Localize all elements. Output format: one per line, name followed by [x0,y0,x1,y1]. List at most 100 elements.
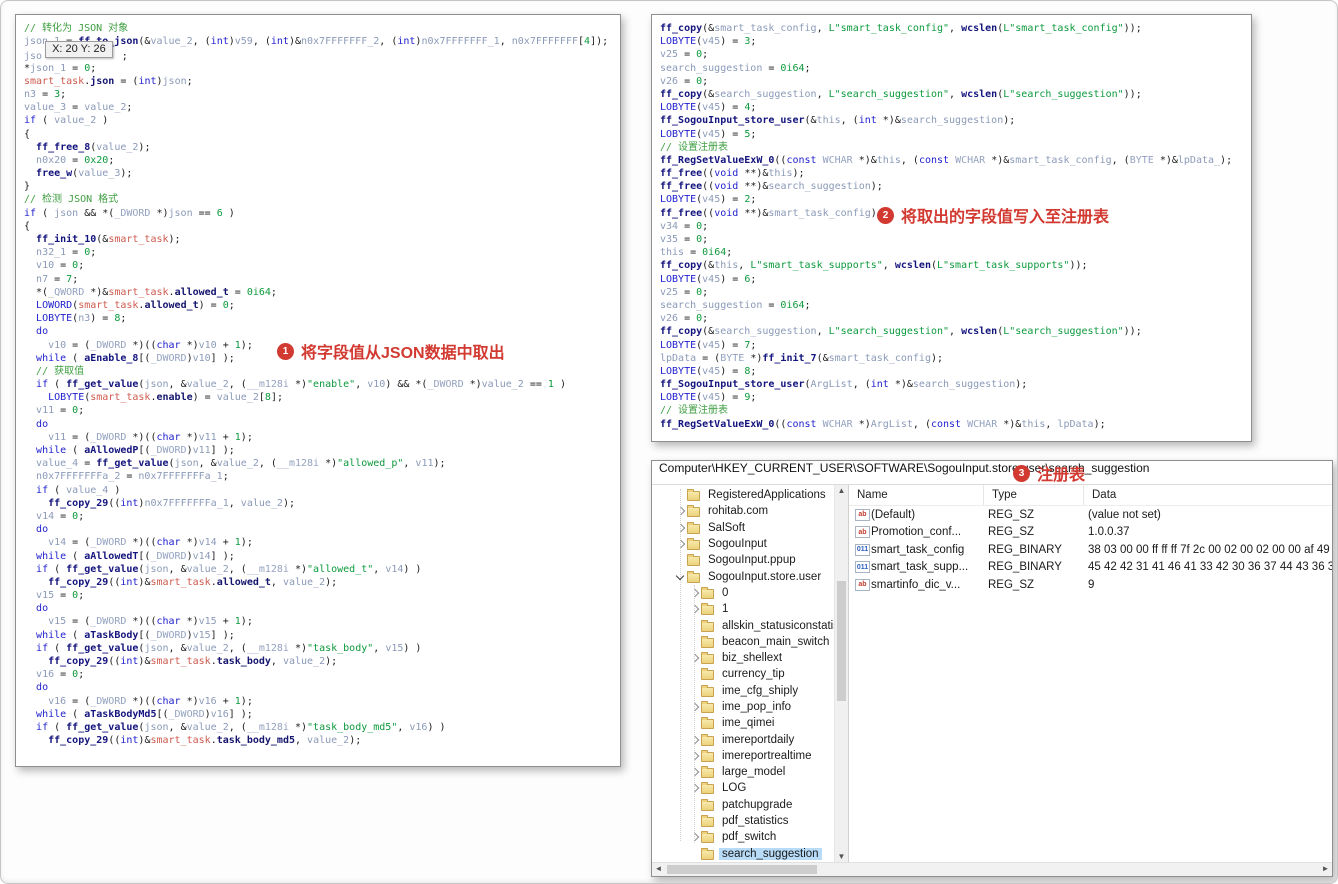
code-line: v11 = 0; [24,404,612,417]
chevron-right-icon[interactable] [688,766,701,778]
scroll-left-icon[interactable]: ◄ [652,863,665,875]
tree-item-ime_pop_info[interactable]: ime_pop_info [652,699,834,715]
tree-item-0[interactable]: 0 [652,585,834,601]
code-token: 0i64 [780,299,805,311]
chevron-right-icon[interactable] [688,587,701,599]
tree-item-pdf_statistics[interactable]: pdf_statistics [652,813,834,829]
code-line: LOBYTE(v45) = 9; [660,391,1243,404]
tree-item-SalSoft[interactable]: SalSoft [652,520,834,536]
tree-item-currency_tip[interactable]: currency_tip [652,666,834,682]
code-token: ; [750,194,757,206]
code-token: this [768,168,793,180]
code-token: json_1 [30,62,67,74]
code-token: v15 [36,590,55,602]
tree-item-label: biz_shellext [722,652,783,665]
code-token: , [228,497,241,509]
tree-item-biz_shellext[interactable]: biz_shellext [652,650,834,666]
code-token: ] ); [210,629,235,641]
tree-item-LOG[interactable]: LOG [652,780,834,796]
tree-item-SogouInput[interactable]: SogouInput [652,536,834,552]
code-token: ff_free_8 [36,141,91,153]
code-token: **)& [738,207,769,219]
registry-value-row[interactable]: ab smartinfo_dic_v... REG_SZ 9 [849,576,1332,594]
registry-value-row[interactable]: 011 smart_task_config REG_BINARY 38 03 00 0… [849,541,1332,559]
code-line: LOBYTE(smart_task.enable) = value_2[8]; [24,391,612,404]
code-line: do [24,523,612,536]
chevron-right-icon[interactable] [688,750,701,762]
chevron-right-icon[interactable] [688,701,701,713]
code-token: L"smart_task_config" [828,23,950,34]
chevron-right-icon[interactable] [674,505,687,517]
tree-item-imereportrealtime[interactable]: imereportrealtime [652,748,834,764]
code-token: ) = [720,392,745,404]
chevron-right-icon[interactable] [674,522,687,534]
tree-item-1[interactable]: 1 [652,601,834,617]
code-token: , [295,735,308,747]
scrollbar-thumb[interactable] [667,865,817,874]
tree-item-allskin_statusiconstatis[interactable]: allskin_statusiconstatis [652,617,834,633]
code-token: , ( [258,458,277,470]
tree-item-rohitab.com[interactable]: rohitab.com [652,503,834,519]
tree-item-search_suggestion[interactable]: search_suggestion [652,846,834,862]
registry-address-bar[interactable]: Computer\HKEY_CURRENT_USER\SOFTWARE\Sogo… [652,461,1332,485]
code-token: ; [78,260,85,272]
code-token: ArgList [810,379,853,391]
code-token: (& [138,36,151,48]
code-token: ( [66,629,85,641]
tree-item-imereportdaily[interactable]: imereportdaily [652,731,834,747]
code-token: ) ) [403,642,422,654]
code-token: if [24,115,37,127]
code-token: , [949,88,962,100]
tree-item-RegisteredApplications[interactable]: RegisteredApplications [652,487,834,503]
code-token: ff_get_value [66,379,139,391]
code-token: __m128i [246,642,289,654]
code-token: ; [804,299,811,311]
scroll-right-icon[interactable]: ► [1319,863,1332,875]
tree-item-pdf_switch[interactable]: pdf_switch [652,829,834,845]
registry-value-row[interactable]: ab Promotion_conf... REG_SZ 1.0.0.37 [849,524,1332,542]
code-token: *)(( [126,431,157,443]
chevron-right-icon[interactable] [688,734,701,746]
value-data: 38 03 00 00 ff ff ff 7f 2c 00 02 00 02 0… [1088,543,1332,556]
tree-vertical-scrollbar[interactable]: ▲ ▼ [834,485,848,863]
tree-item-large_model[interactable]: large_model [652,764,834,780]
tree-item-SogouInput.store.user[interactable]: SogouInput.store.user [652,568,834,584]
tree-item-patchupgrade[interactable]: patchupgrade [652,797,834,813]
tree-item-beacon_main_switch[interactable]: beacon_main_switch [652,634,834,650]
code-token: + [216,537,235,549]
horizontal-scrollbar[interactable]: ◄ ► [652,862,1332,876]
code-token: ; [750,128,757,140]
code-token: int [120,735,139,747]
chevron-right-icon[interactable] [688,603,701,615]
scroll-up-icon[interactable]: ▲ [835,485,848,497]
code-token: v45 [702,392,721,404]
chevron-right-icon[interactable] [688,831,701,843]
tree-item-SogouInput.ppup[interactable]: SogouInput.ppup [652,552,834,568]
column-header-name[interactable]: Name [849,485,984,505]
chevron-right-icon[interactable] [688,652,701,664]
code-token: v11 [198,431,217,443]
registry-value-row[interactable]: ab (Default) REG_SZ (value not set) [849,506,1332,524]
code-token: v10 [367,379,386,391]
registry-value-row[interactable]: 011 smart_task_supp... REG_BINARY 45 42 42 … [849,559,1332,577]
scrollbar-thumb[interactable] [837,581,846,701]
code-token: value_2 [96,141,139,153]
column-header-data[interactable]: Data [1084,485,1332,505]
code-line: // 设置注册表 [660,404,1243,417]
column-header-type[interactable]: Type [984,485,1084,505]
code-token: LOBYTE [660,128,697,140]
code-token: ]); [590,36,609,48]
chevron-right-icon[interactable] [674,538,687,550]
code-token: , & [168,721,187,733]
chevron-down-icon[interactable] [674,571,687,583]
tree-item-ime_qimei[interactable]: ime_qimei [652,715,834,731]
value-name: (Default) [871,508,916,521]
code-token: , [816,23,829,34]
code-token: ; [750,273,757,285]
tree-item-ime_cfg_shiply[interactable]: ime_cfg_shiply [652,683,834,699]
chevron-right-icon[interactable] [688,782,701,794]
chevron-placeholder [688,717,701,729]
